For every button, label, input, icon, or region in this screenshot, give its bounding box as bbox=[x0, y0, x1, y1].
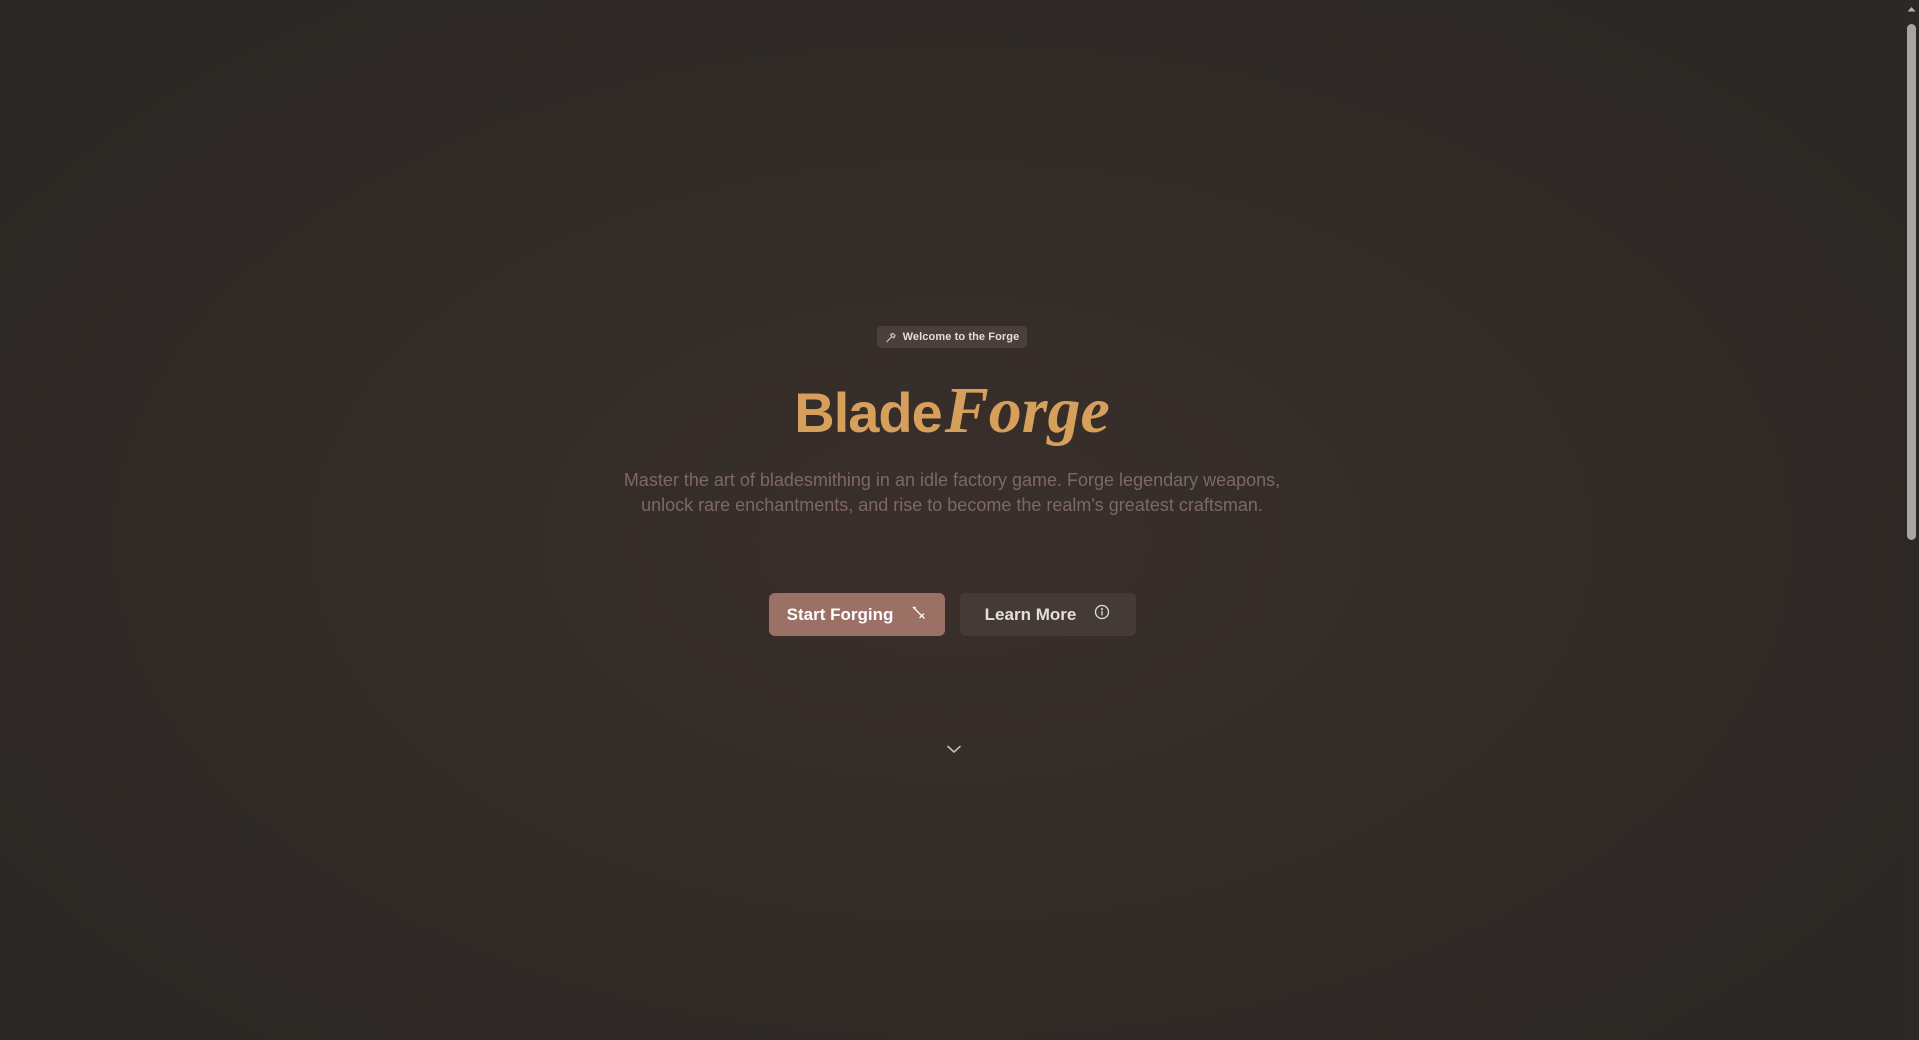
sword-icon bbox=[911, 605, 926, 625]
subtitle-line-1: Master the art of bladesmithing in an id… bbox=[623, 470, 1281, 490]
hero-actions: Start Forging Learn More bbox=[768, 593, 1136, 636]
chevron-down-icon[interactable] bbox=[945, 740, 963, 753]
page-title: Blade Forge bbox=[794, 378, 1110, 444]
scrollbar-thumb[interactable] bbox=[1907, 24, 1916, 540]
title-forge: Forge bbox=[944, 374, 1110, 447]
scroll-up-arrow-icon[interactable] bbox=[1904, 0, 1919, 17]
start-forging-label: Start Forging bbox=[786, 604, 894, 624]
hero-subtitle: Master the art of bladesmithing in an id… bbox=[602, 468, 1302, 518]
start-forging-button[interactable]: Start Forging bbox=[768, 593, 945, 636]
info-icon bbox=[1094, 604, 1110, 625]
welcome-badge-label: Welcome to the Forge bbox=[902, 331, 1020, 343]
welcome-badge: Welcome to the Forge bbox=[876, 326, 1028, 348]
hammer-icon bbox=[885, 332, 896, 343]
subtitle-line-2: unlock rare enchantments, and rise to be… bbox=[641, 495, 1263, 515]
vertical-scrollbar[interactable] bbox=[1904, 0, 1919, 1040]
learn-more-button[interactable]: Learn More bbox=[959, 593, 1136, 636]
title-blade: Blade bbox=[794, 381, 942, 444]
learn-more-label: Learn More bbox=[984, 604, 1077, 624]
hero-section: Welcome to the Forge Blade Forge Master t… bbox=[0, 326, 1904, 636]
page-viewport: Welcome to the Forge Blade Forge Master t… bbox=[0, 0, 1904, 1040]
